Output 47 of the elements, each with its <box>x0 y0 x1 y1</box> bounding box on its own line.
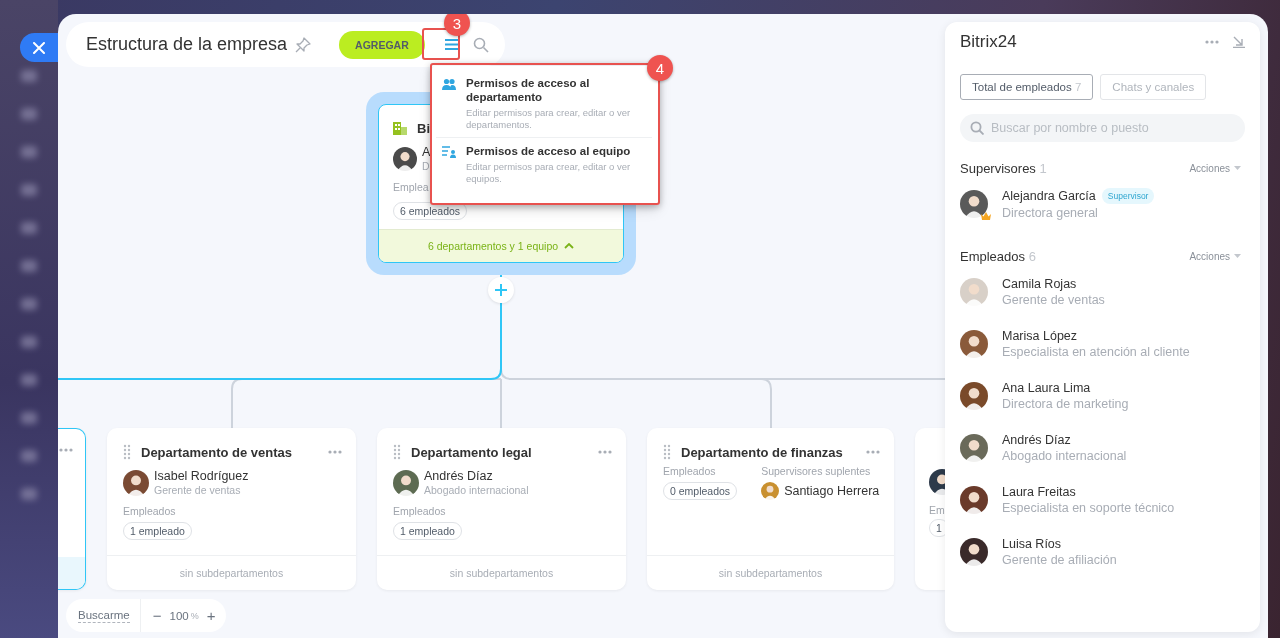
menu-item-title: Permisos de acceso al equipo <box>466 144 632 158</box>
person-role: Gerente de afiliación <box>1002 553 1117 567</box>
employees-label: Empleados <box>663 465 717 477</box>
employees-label: Emplea <box>393 181 429 193</box>
person-role: D <box>422 160 431 172</box>
person-role: Especialista en atención al cliente <box>1002 345 1190 359</box>
employees-label: Empleados <box>123 505 177 517</box>
person-name: Marisa López <box>1002 329 1078 343</box>
person-name: Santiago Herrera <box>784 484 880 498</box>
employees-label: Empleados <box>393 505 447 517</box>
menu-item-title: Permisos de acceso al departamento <box>466 76 591 104</box>
panel-title: Bitrix24 <box>960 32 1018 52</box>
person-name: Andrés Díaz <box>1002 433 1071 447</box>
employees-label: Em <box>929 504 945 516</box>
person-name: Isabel Rodríguez <box>154 469 249 483</box>
person-role: Abogado internacional <box>424 484 529 496</box>
step-number: 3 <box>444 14 470 36</box>
person-role: Directora de marketing <box>1002 397 1129 411</box>
zoom-unit: % <box>190 610 199 621</box>
person-name: Laura Freitas <box>1002 485 1076 499</box>
card-footer: sin subdepartamentos <box>377 555 626 590</box>
menu-item-description: Editar permisos para crear, editar o ver departamentos. <box>466 107 632 131</box>
section-title: Empleados 6 <box>960 248 1037 264</box>
card-footer: sin subdepartamentos <box>647 555 894 590</box>
person-name: Camila Rojas <box>1002 277 1077 291</box>
step-number: 4 <box>647 55 673 81</box>
person-role: Especialista en soporte técnico <box>1002 501 1175 515</box>
department-title: Departamento de ventas <box>141 444 293 460</box>
person-role: Directora general <box>1002 206 1099 220</box>
department-title: Departamento legal <box>411 444 533 460</box>
department-title: Departamento de finanzas <box>681 444 844 460</box>
person-name: A <box>422 145 431 159</box>
card-footer: sin subdepartamentos <box>107 555 356 590</box>
menu-item-description: Editar permisos para crear, editar o ver equipos. <box>466 161 632 185</box>
deputies-label: Supervisores suplentes <box>761 465 872 477</box>
zoom-level: 100 <box>169 609 189 622</box>
page-title: Estructura de la empresa <box>86 34 288 55</box>
person-name: Andrés Díaz <box>424 469 494 483</box>
person-name: Alejandra García <box>1002 189 1096 203</box>
person-name: Ana Laura Lima <box>1002 381 1091 395</box>
section-title: Supervisores 1 <box>960 160 1048 176</box>
person-role: Gerente de ventas <box>154 484 242 496</box>
person-name: Luisa Ríos <box>1002 537 1062 551</box>
role-badge: Supervisor <box>1101 188 1155 204</box>
person-role: Abogado internacional <box>1002 449 1127 463</box>
person-role: Gerente de ventas <box>1002 293 1105 307</box>
department-title: Bi <box>417 121 430 136</box>
